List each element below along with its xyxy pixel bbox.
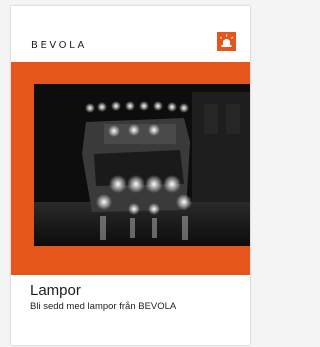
catalog-thumbnail[interactable]: BEVOLA Lampor Bli sedd med lampor från B… xyxy=(0,0,265,347)
cover-subtitle: Bli sedd med lampor från BEVOLA xyxy=(30,301,177,312)
bevola-logo: BEVOLA xyxy=(31,40,87,51)
warning-beacon-icon xyxy=(217,32,236,51)
truck-with-lights-at-night-photo xyxy=(34,84,250,246)
cover-title: Lampor xyxy=(30,282,81,299)
catalog-cover[interactable]: BEVOLA Lampor Bli sedd med lampor från B… xyxy=(11,6,250,345)
